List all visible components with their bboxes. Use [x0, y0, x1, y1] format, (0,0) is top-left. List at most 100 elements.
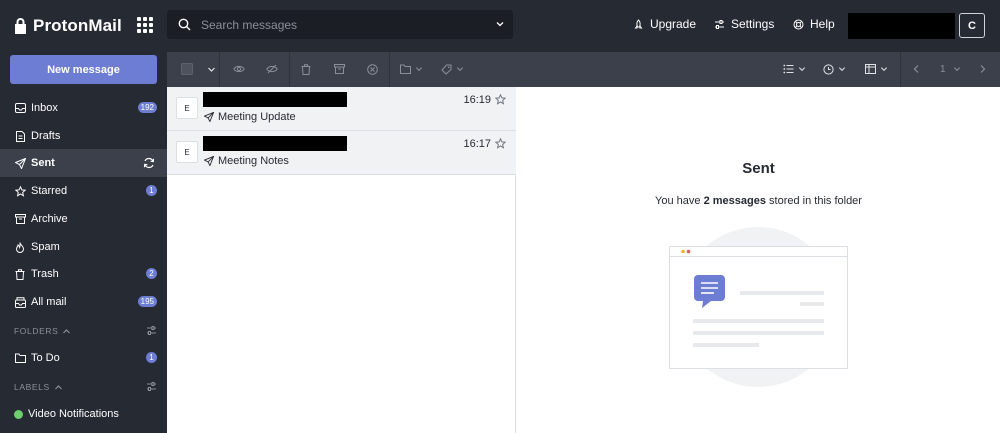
new-message-button[interactable]: New message	[10, 55, 157, 84]
eye-slash-icon	[266, 64, 278, 74]
folder-info-suffix: stored in this folder	[769, 195, 862, 207]
sidebar-item-drafts[interactable]: Drafts	[0, 122, 167, 150]
tag-icon	[441, 64, 452, 75]
empty-folder-illustration	[669, 227, 848, 387]
trash-icon	[14, 268, 26, 280]
sidebar-item-label: Video Notifications	[28, 408, 119, 420]
move-to-spam-button[interactable]	[367, 62, 378, 76]
eye-icon	[233, 65, 245, 73]
next-page-button[interactable]	[978, 62, 987, 76]
brand-name: ProtonMail	[33, 16, 122, 35]
upgrade-label: Upgrade	[650, 17, 697, 31]
mark-read-button[interactable]	[233, 62, 245, 76]
sidebar-item-all-mail[interactable]: All mail 195	[0, 288, 167, 316]
message-time: 16:17	[463, 138, 491, 150]
star-icon[interactable]	[495, 138, 506, 149]
apps-grid-icon[interactable]	[137, 17, 153, 33]
folder-count-badge: 1	[146, 352, 157, 363]
sidebar-item-label: Starred	[31, 185, 68, 197]
folder-info-prefix: You have	[655, 195, 701, 207]
sidebar-item-label: Spam	[31, 241, 60, 253]
filter-dropdown[interactable]	[823, 62, 846, 76]
sidebar-folder-to-do[interactable]: To Do 1	[0, 344, 167, 372]
folders-settings-icon[interactable]	[146, 325, 157, 336]
settings-link[interactable]: Settings	[714, 17, 774, 31]
sidebar-item-label: Drafts	[31, 130, 61, 142]
move-to-archive-button[interactable]	[334, 62, 345, 76]
sidebar-item-label: Inbox	[31, 102, 58, 114]
sidebar-item-label: Archive	[31, 213, 68, 225]
star-icon[interactable]	[495, 94, 506, 105]
message-subject-text: Meeting Update	[218, 111, 296, 123]
sidebar-item-sent[interactable]: Sent	[0, 149, 167, 177]
move-to-folder-dropdown[interactable]	[400, 62, 423, 76]
select-all-dropdown[interactable]	[181, 62, 216, 76]
page-select-dropdown[interactable]: 1	[940, 62, 961, 76]
chevron-down-icon	[953, 67, 960, 72]
logo[interactable]: ProtonMail	[14, 14, 122, 38]
mark-unread-button[interactable]	[266, 62, 278, 76]
sidebar-item-trash[interactable]: Trash 2	[0, 260, 167, 288]
chevron-left-icon	[913, 65, 919, 73]
lifebuoy-icon	[793, 19, 804, 29]
help-link[interactable]: Help	[793, 17, 835, 31]
account-avatar[interactable]: C	[959, 13, 985, 38]
label-color-dot	[14, 409, 23, 419]
folders-label: FOLDERS	[14, 326, 59, 336]
message-list: E 16:19 Meeting Update E 16:17 Meeting N…	[167, 87, 516, 433]
folders-section-header[interactable]: FOLDERS	[14, 326, 71, 336]
message-toolbar: 1	[167, 52, 1000, 87]
paper-plane-icon	[204, 112, 214, 122]
labels-settings-icon[interactable]	[146, 381, 157, 392]
sidebar-item-inbox[interactable]: Inbox 192	[0, 94, 167, 122]
proton-logo-icon	[15, 18, 26, 34]
archive-icon	[14, 213, 26, 225]
search-bar[interactable]	[167, 10, 513, 39]
chevron-down-icon	[456, 67, 464, 72]
circle-x-icon	[367, 63, 378, 75]
trash-icon	[301, 63, 311, 75]
folder-message-count: 2 messages	[703, 195, 766, 207]
columns-icon	[865, 64, 876, 74]
folder-icon	[400, 64, 411, 74]
unread-count-badge: 192	[137, 102, 157, 113]
chevron-down-icon[interactable]	[495, 19, 505, 29]
refresh-icon[interactable]	[143, 157, 155, 169]
labels-section-header[interactable]: LABELS	[14, 382, 63, 392]
sidebar-item-spam[interactable]: Spam	[0, 233, 167, 261]
message-row[interactable]: E 16:17 Meeting Notes	[167, 131, 516, 175]
toolbar-divider	[219, 52, 220, 87]
star-icon	[14, 185, 26, 197]
folder-title: Sent	[742, 160, 775, 177]
rocket-icon	[634, 18, 643, 28]
sender-initial[interactable]: E	[176, 141, 198, 163]
apply-label-dropdown[interactable]	[441, 62, 464, 76]
folder-info: You have 2 messages stored in this folde…	[517, 195, 1000, 207]
sender-initial[interactable]: E	[176, 97, 198, 119]
chevron-down-icon	[415, 67, 423, 72]
message-time: 16:19	[463, 94, 491, 106]
move-to-trash-button[interactable]	[301, 62, 311, 76]
upgrade-link[interactable]: Upgrade	[633, 17, 696, 31]
redacted-recipient	[203, 92, 347, 107]
chevron-right-icon	[980, 65, 986, 73]
message-row[interactable]: E 16:19 Meeting Update	[167, 87, 516, 131]
page-number: 1	[940, 63, 946, 75]
sort-dropdown[interactable]	[783, 62, 806, 76]
message-subject-text: Meeting Notes	[218, 155, 289, 167]
search-input[interactable]	[201, 17, 481, 32]
sidebar-item-archive[interactable]: Archive	[0, 205, 167, 233]
checkbox-icon[interactable]	[181, 63, 193, 75]
toolbar-divider	[289, 52, 290, 87]
chevron-down-icon	[798, 67, 806, 72]
sidebar-item-label: Trash	[31, 268, 59, 280]
sidebar-item-starred[interactable]: Starred 1	[0, 177, 167, 205]
sidebar-label-video-notifications[interactable]: Video Notifications	[0, 400, 167, 428]
previous-page-button[interactable]	[912, 62, 921, 76]
message-subject: Meeting Notes	[204, 155, 289, 167]
layout-dropdown[interactable]	[865, 62, 888, 76]
starred-count-badge: 1	[146, 185, 157, 196]
search-icon	[178, 18, 191, 31]
trash-count-badge: 2	[146, 268, 157, 279]
settings-label: Settings	[731, 17, 775, 31]
